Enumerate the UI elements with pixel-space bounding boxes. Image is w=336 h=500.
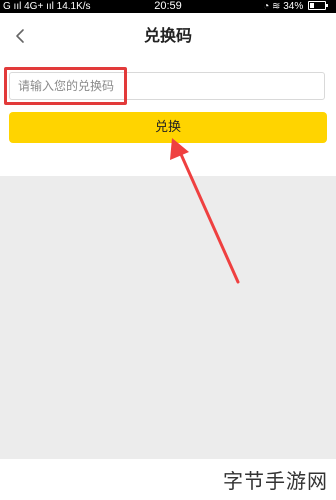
- page-title: 兑换码: [143, 26, 192, 45]
- bottom-strip: 字节手游网: [0, 459, 336, 500]
- watermark-text: 字节手游网: [223, 469, 328, 493]
- alarm-icon: ◔: [263, 1, 270, 12]
- back-button[interactable]: [8, 24, 32, 48]
- redeem-button[interactable]: 兑换: [9, 112, 327, 143]
- status-bar: G ııl 4G+ ııl 14.1K/s 20:59 ◔ ≋ 34%: [0, 0, 336, 13]
- navigation-bar: 兑换码: [0, 13, 336, 60]
- wifi-icon: ≋: [272, 1, 281, 12]
- status-icons: ◔ ≋ 34%: [263, 0, 328, 13]
- chevron-left-icon: [16, 29, 24, 43]
- highlight-box: [4, 67, 127, 105]
- battery-icon: [308, 1, 328, 10]
- battery-percent: 34%: [283, 1, 304, 12]
- redeem-panel: 兑换: [0, 59, 336, 176]
